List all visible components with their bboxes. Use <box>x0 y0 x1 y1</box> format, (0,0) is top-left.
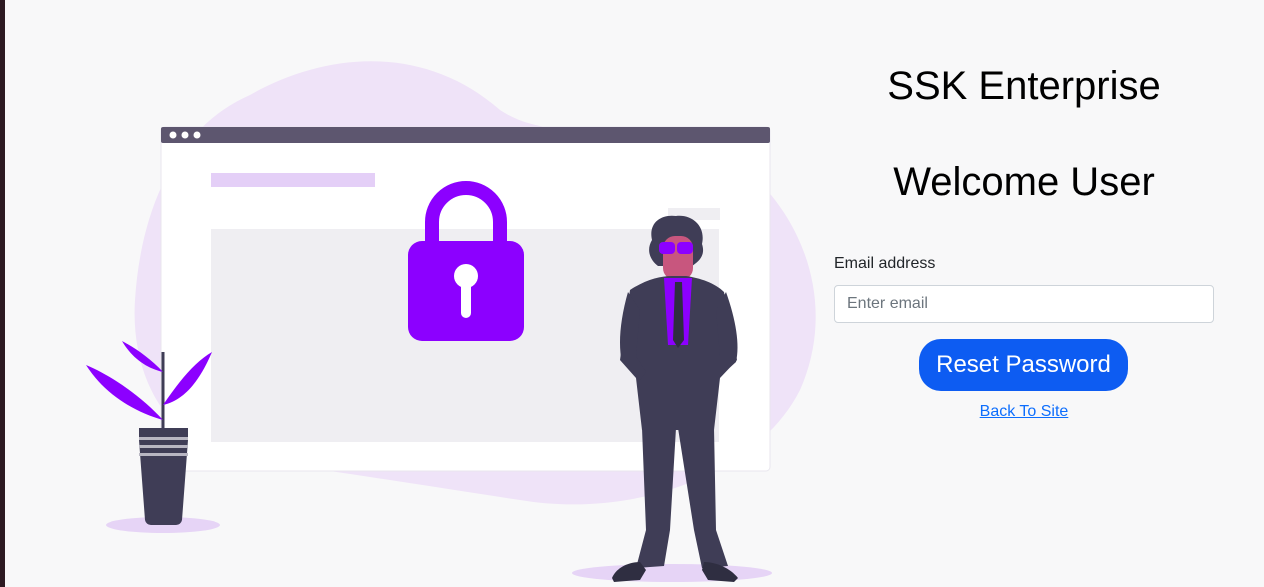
email-label: Email address <box>834 255 936 272</box>
reset-password-button[interactable]: Reset Password <box>919 339 1128 391</box>
reset-password-panel: SSK Enterprise Welcome User Email addres… <box>832 0 1216 587</box>
login-illustration <box>86 61 816 582</box>
back-to-site-link[interactable]: Back To Site <box>832 403 1216 421</box>
welcome-heading: Welcome User <box>893 160 1155 204</box>
email-input[interactable] <box>834 285 1214 323</box>
brand-title: SSK Enterprise <box>887 64 1161 108</box>
